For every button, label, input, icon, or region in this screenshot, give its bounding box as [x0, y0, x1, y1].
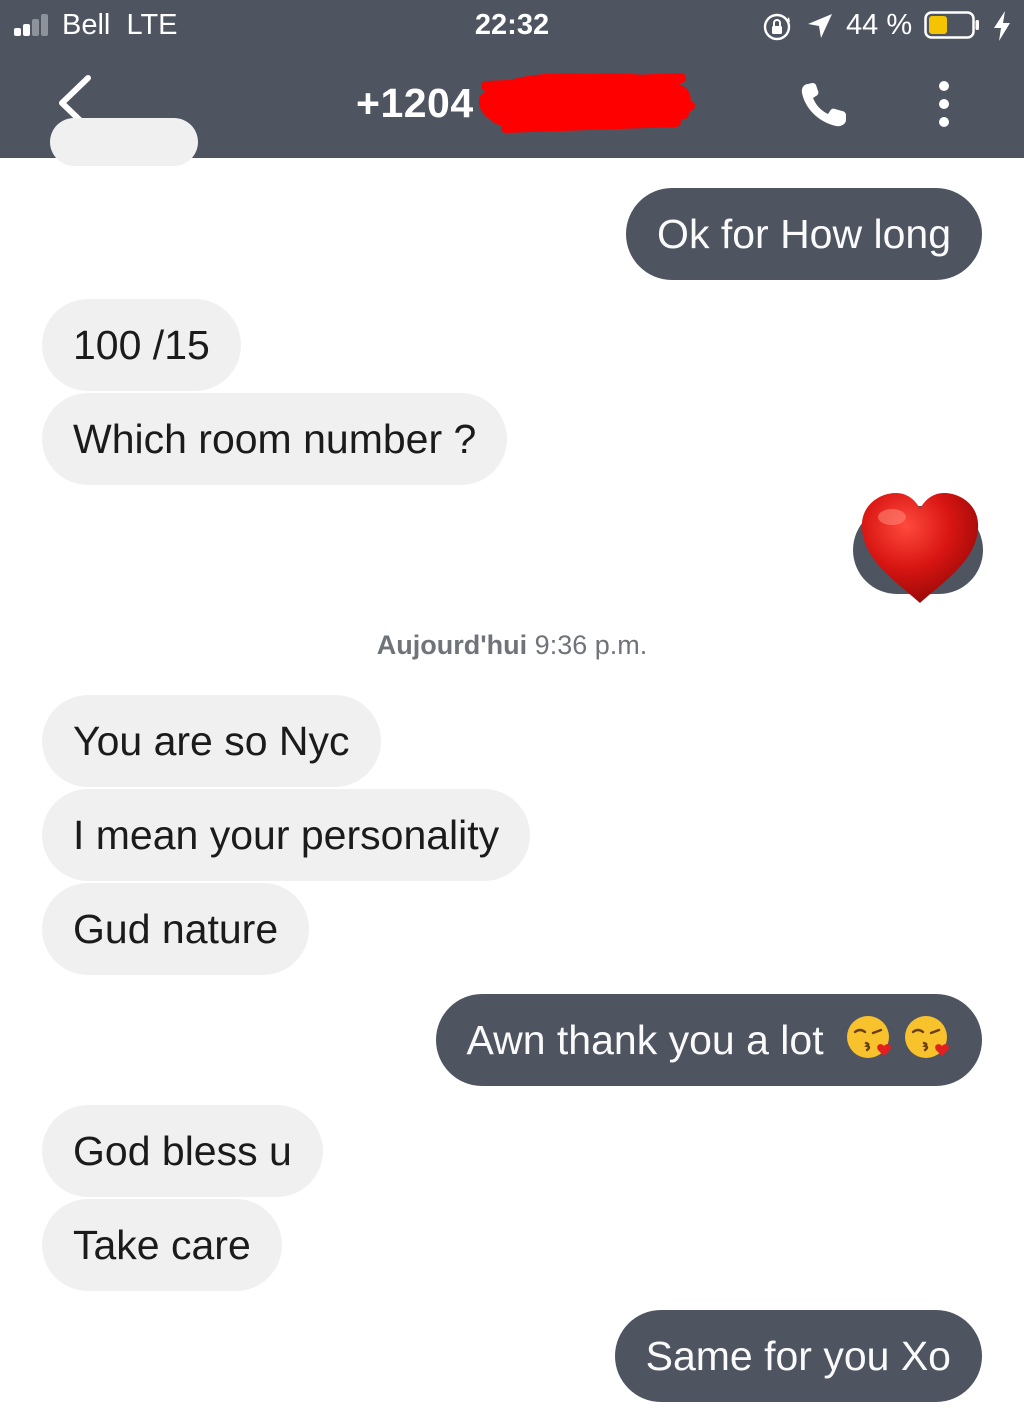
- battery-percent: 44 %: [846, 9, 913, 41]
- timestamp-day: Aujourd'hui: [376, 630, 528, 660]
- outgoing-message[interactable]: Awn thank you a lot: [435, 994, 982, 1086]
- incoming-message[interactable]: Gud nature: [42, 883, 310, 975]
- heart-emoji-icon: [861, 493, 979, 603]
- incoming-message[interactable]: 100 /15: [42, 299, 241, 391]
- message-list[interactable]: Ok for How long 100 /15 Which room numbe…: [0, 118, 1024, 1420]
- message-text: Awn thank you a lot: [466, 1017, 824, 1063]
- incoming-message[interactable]: Which room number ?: [42, 393, 508, 485]
- phone-icon[interactable]: [798, 80, 854, 130]
- partial-incoming-bubble: [50, 118, 198, 166]
- conversation-timestamp: Aujourd'hui 9:36 p.m.: [0, 630, 1024, 661]
- incoming-message[interactable]: Take care: [42, 1199, 282, 1291]
- incoming-message[interactable]: God bless u: [42, 1105, 323, 1197]
- location-arrow-icon: [808, 14, 832, 38]
- kissing-face-emoji-icon: [847, 1016, 891, 1058]
- battery-icon: [924, 11, 979, 39]
- kissing-face-emoji-icon: [905, 1016, 949, 1058]
- outgoing-message[interactable]: Ok for How long: [626, 188, 982, 280]
- status-bar: Bell LTE 22:32 44 %: [0, 0, 1024, 52]
- rotation-lock-icon: [763, 13, 791, 41]
- more-vertical-icon[interactable]: [924, 78, 964, 132]
- timestamp-time: 9:36 p.m.: [534, 630, 648, 660]
- redaction-scribble: [478, 73, 695, 133]
- conversation-screen: Bell LTE 22:32 44 % +1204 Ok for How lon…: [0, 0, 1024, 1420]
- outgoing-message[interactable]: Same for you Xo: [614, 1310, 982, 1402]
- contact-phone-number[interactable]: +1204: [356, 80, 474, 127]
- incoming-message[interactable]: I mean your personality: [42, 789, 531, 881]
- charging-bolt-icon: [994, 11, 1010, 41]
- incoming-message[interactable]: You are so Nyc: [42, 695, 381, 787]
